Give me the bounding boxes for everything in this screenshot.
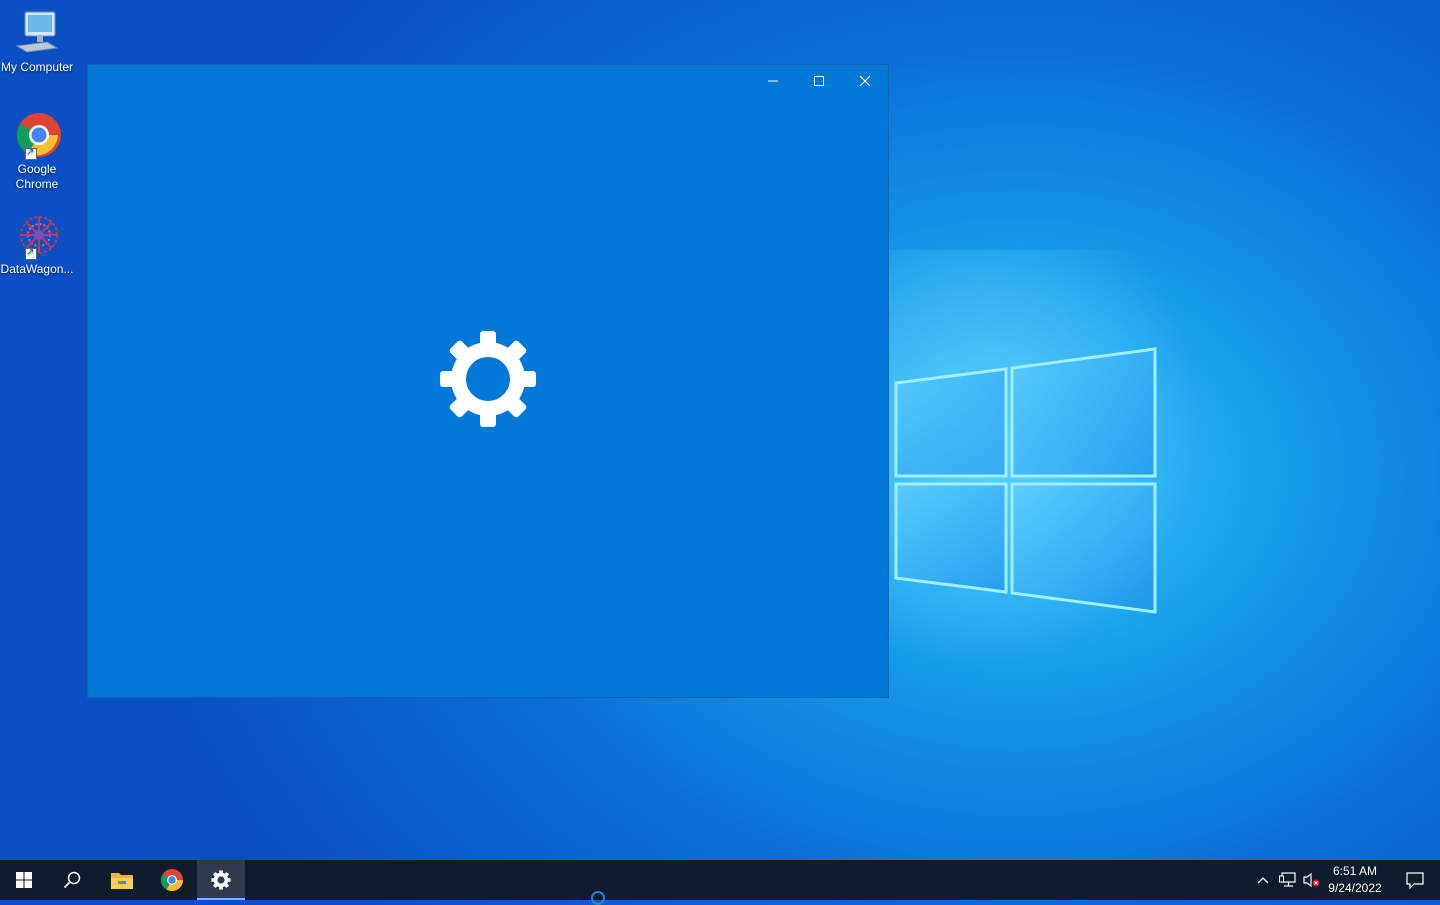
- minimize-icon: [768, 80, 778, 82]
- desktop-icon-label: DataWagon...: [0, 262, 74, 276]
- shortcut-arrow-icon: [25, 246, 37, 260]
- desktop-icon-google-chrome[interactable]: Google Chrome: [0, 112, 74, 192]
- desktop-icon-label: Google Chrome: [15, 162, 59, 191]
- chrome-icon: [13, 112, 61, 160]
- folder-icon: [111, 873, 133, 889]
- volume-muted-icon: [1303, 872, 1320, 888]
- chevron-up-icon: [1257, 877, 1269, 884]
- show-hidden-icons-button[interactable]: [1252, 860, 1274, 900]
- action-center-icon: [1406, 872, 1424, 889]
- file-explorer-button[interactable]: [98, 860, 146, 900]
- minimize-button[interactable]: [750, 65, 796, 97]
- maximize-button[interactable]: [796, 65, 842, 97]
- search-icon: [63, 871, 81, 889]
- network-icon: [1279, 872, 1296, 887]
- action-center-button[interactable]: [1390, 860, 1440, 900]
- taskbar: 6:51 AM 9/24/2022: [0, 860, 1440, 900]
- clock-date: 9/24/2022: [1328, 881, 1382, 895]
- start-button[interactable]: [0, 860, 48, 900]
- gear-icon: [211, 870, 231, 890]
- chrome-taskbar-button[interactable]: [148, 860, 196, 900]
- chrome-icon: [161, 869, 183, 891]
- clock[interactable]: 6:51 AM 9/24/2022: [1322, 863, 1388, 897]
- windows-logo-wallpaper: [894, 347, 1157, 614]
- gear-icon: [440, 331, 536, 427]
- desktop-icon-label: My Computer: [0, 60, 74, 74]
- volume-button[interactable]: [1300, 860, 1322, 900]
- close-button[interactable]: [842, 65, 888, 97]
- datawagon-icon: [13, 212, 61, 260]
- computer-icon: [13, 10, 61, 58]
- close-icon: [859, 75, 871, 87]
- windows-icon: [16, 872, 32, 888]
- network-button[interactable]: [1276, 860, 1300, 900]
- settings-window[interactable]: [87, 64, 889, 698]
- desktop: My Computer Google Chrome: [0, 0, 1440, 860]
- desktop-icon-datawagon[interactable]: DataWagon...: [0, 212, 74, 277]
- desktop-icon-my-computer[interactable]: My Computer: [0, 10, 74, 75]
- search-button[interactable]: [48, 860, 96, 900]
- shortcut-arrow-icon: [25, 146, 37, 160]
- maximize-icon: [814, 76, 824, 86]
- cortana-icon: [591, 891, 605, 905]
- clock-time: 6:51 AM: [1332, 864, 1378, 878]
- settings-taskbar-button[interactable]: [197, 860, 245, 900]
